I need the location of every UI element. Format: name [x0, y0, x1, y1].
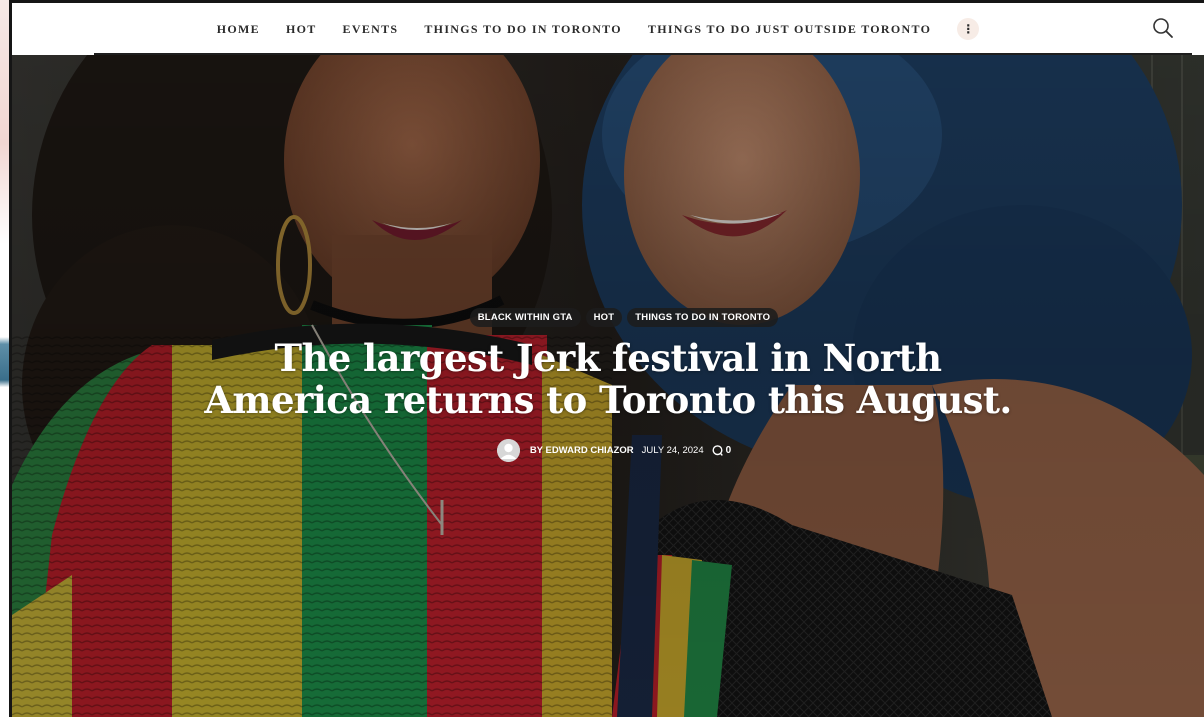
publish-date: JULY 24, 2024 [641, 445, 704, 456]
article-title[interactable]: The largest Jerk festival in North Ameri… [198, 337, 1018, 421]
search-button[interactable] [1152, 17, 1174, 39]
comment-icon [712, 445, 723, 456]
more-menu-button[interactable]: ⋮ [957, 18, 980, 40]
author-avatar[interactable] [496, 439, 520, 462]
header-divider [94, 53, 1192, 55]
featured-article-hero[interactable]: BLACK WITHIN GTA HOT THINGS TO DO IN TOR… [12, 55, 1204, 717]
nav-item-home[interactable]: HOME [217, 22, 260, 37]
comments-count: 0 [725, 445, 732, 456]
tag-black-within-gta[interactable]: BLACK WITHIN GTA [469, 308, 581, 327]
site-header: HOME HOT EVENTS THINGS TO DO IN TORONTO … [12, 0, 1204, 55]
author-name[interactable]: BY EDWARD CHIAZOR [530, 445, 634, 456]
more-icon: ⋮ [962, 22, 975, 36]
article-meta: BY EDWARD CHIAZOR JULY 24, 2024 0 [24, 439, 1204, 462]
search-icon [1153, 18, 1173, 38]
page: HOME HOT EVENTS THINGS TO DO IN TORONTO … [0, 0, 1204, 717]
main-nav: HOME HOT EVENTS THINGS TO DO IN TORONTO … [12, 18, 1204, 40]
nav-item-events[interactable]: EVENTS [343, 22, 399, 37]
background-page-edge [0, 0, 12, 717]
nav-item-things-to-do-in-toronto[interactable]: THINGS TO DO IN TORONTO [424, 22, 622, 37]
comments-link[interactable]: 0 [712, 445, 732, 456]
nav-item-hot[interactable]: HOT [286, 22, 317, 37]
category-tags: BLACK WITHIN GTA HOT THINGS TO DO IN TOR… [44, 308, 1204, 327]
hero-content: BLACK WITHIN GTA HOT THINGS TO DO IN TOR… [12, 308, 1204, 462]
tag-hot[interactable]: HOT [585, 308, 623, 327]
user-icon [496, 439, 520, 462]
tag-things-to-do-in-toronto[interactable]: THINGS TO DO IN TORONTO [627, 308, 779, 327]
nav-item-things-to-do-outside-toronto[interactable]: THINGS TO DO JUST OUTSIDE TORONTO [648, 22, 931, 37]
